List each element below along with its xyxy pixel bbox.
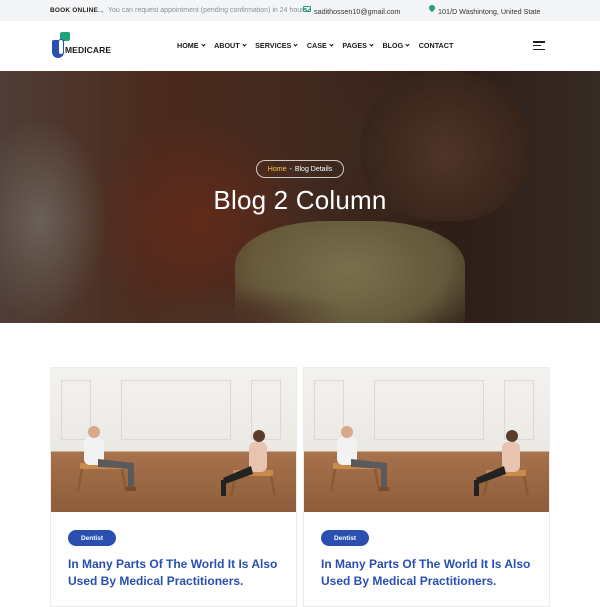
site-header: MEDICARE HOME ABOUT SERVICES CASE PAGES …	[0, 21, 600, 71]
top-bar: BOOK ONLINE → You can request appointmen…	[0, 0, 600, 21]
nav-label: BLOG	[382, 41, 404, 50]
nav-label: SERVICES	[255, 41, 292, 50]
person-in-chair-left	[329, 426, 389, 492]
chevron-down-icon	[329, 42, 334, 47]
main-navigation: HOME ABOUT SERVICES CASE PAGES BLOG CONT…	[177, 41, 463, 50]
nav-label: CONTACT	[418, 41, 454, 50]
nav-label: CASE	[306, 41, 327, 50]
category-badge[interactable]: Dentist	[321, 530, 369, 546]
nav-label: PAGES	[342, 41, 367, 50]
book-online-link[interactable]: BOOK ONLINE	[50, 7, 98, 14]
nav-label: HOME	[177, 41, 199, 50]
location-pin-icon	[427, 3, 437, 13]
nav-item-case[interactable]: CASE	[306, 41, 334, 50]
chevron-down-icon	[242, 42, 247, 47]
breadcrumb-current: Blog Details	[294, 165, 333, 173]
chevron-down-icon	[369, 42, 374, 47]
nav-label: ABOUT	[214, 41, 240, 50]
hamburger-menu-icon[interactable]	[533, 41, 545, 51]
breadcrumb: Home - Blog Details	[256, 160, 344, 178]
chevron-down-icon	[200, 42, 206, 47]
page-title: Blog 2 Column	[213, 185, 387, 215]
blog-card-image[interactable]	[304, 368, 549, 512]
nav-item-blog[interactable]: BLOG	[382, 41, 410, 50]
appointment-note: You can request appointment (pending con…	[108, 7, 307, 14]
email-link[interactable]: sadithossen10@gmail.com	[314, 7, 400, 16]
nav-item-home[interactable]: HOME	[177, 41, 206, 50]
address-text: 101/D Washintong, United State	[438, 6, 541, 16]
site-logo[interactable]: MEDICARE	[52, 32, 114, 60]
person-in-chair-left	[76, 426, 136, 492]
blog-card[interactable]: Dentist In Many Parts Of The World It Is…	[303, 367, 550, 607]
breadcrumb-home-link[interactable]: Home	[268, 166, 287, 173]
person-in-chair-right	[221, 430, 277, 497]
arrow-right-icon: →	[96, 5, 105, 15]
person-in-chair-right	[474, 430, 530, 497]
blog-card-title[interactable]: In Many Parts Of The World It Is Also Us…	[321, 556, 536, 590]
blog-card-title[interactable]: In Many Parts Of The World It Is Also Us…	[68, 556, 283, 590]
breadcrumb-separator: -	[289, 165, 292, 173]
category-badge[interactable]: Dentist	[68, 530, 116, 546]
chevron-down-icon	[293, 42, 298, 47]
nav-item-pages[interactable]: PAGES	[342, 41, 374, 50]
nav-item-about[interactable]: ABOUT	[214, 41, 247, 50]
logo-mark-figure	[58, 39, 64, 55]
mail-icon	[303, 6, 311, 12]
blog-card[interactable]: Dentist In Many Parts Of The World It Is…	[50, 367, 297, 607]
chevron-down-icon	[405, 42, 410, 47]
page-hero-banner: Home - Blog Details Blog 2 Column	[0, 71, 600, 323]
blog-card-image[interactable]	[51, 368, 296, 512]
nav-item-services[interactable]: SERVICES	[255, 41, 298, 50]
logo-brand-name: MEDICARE	[65, 45, 112, 55]
nav-item-contact[interactable]: CONTACT	[419, 41, 454, 50]
